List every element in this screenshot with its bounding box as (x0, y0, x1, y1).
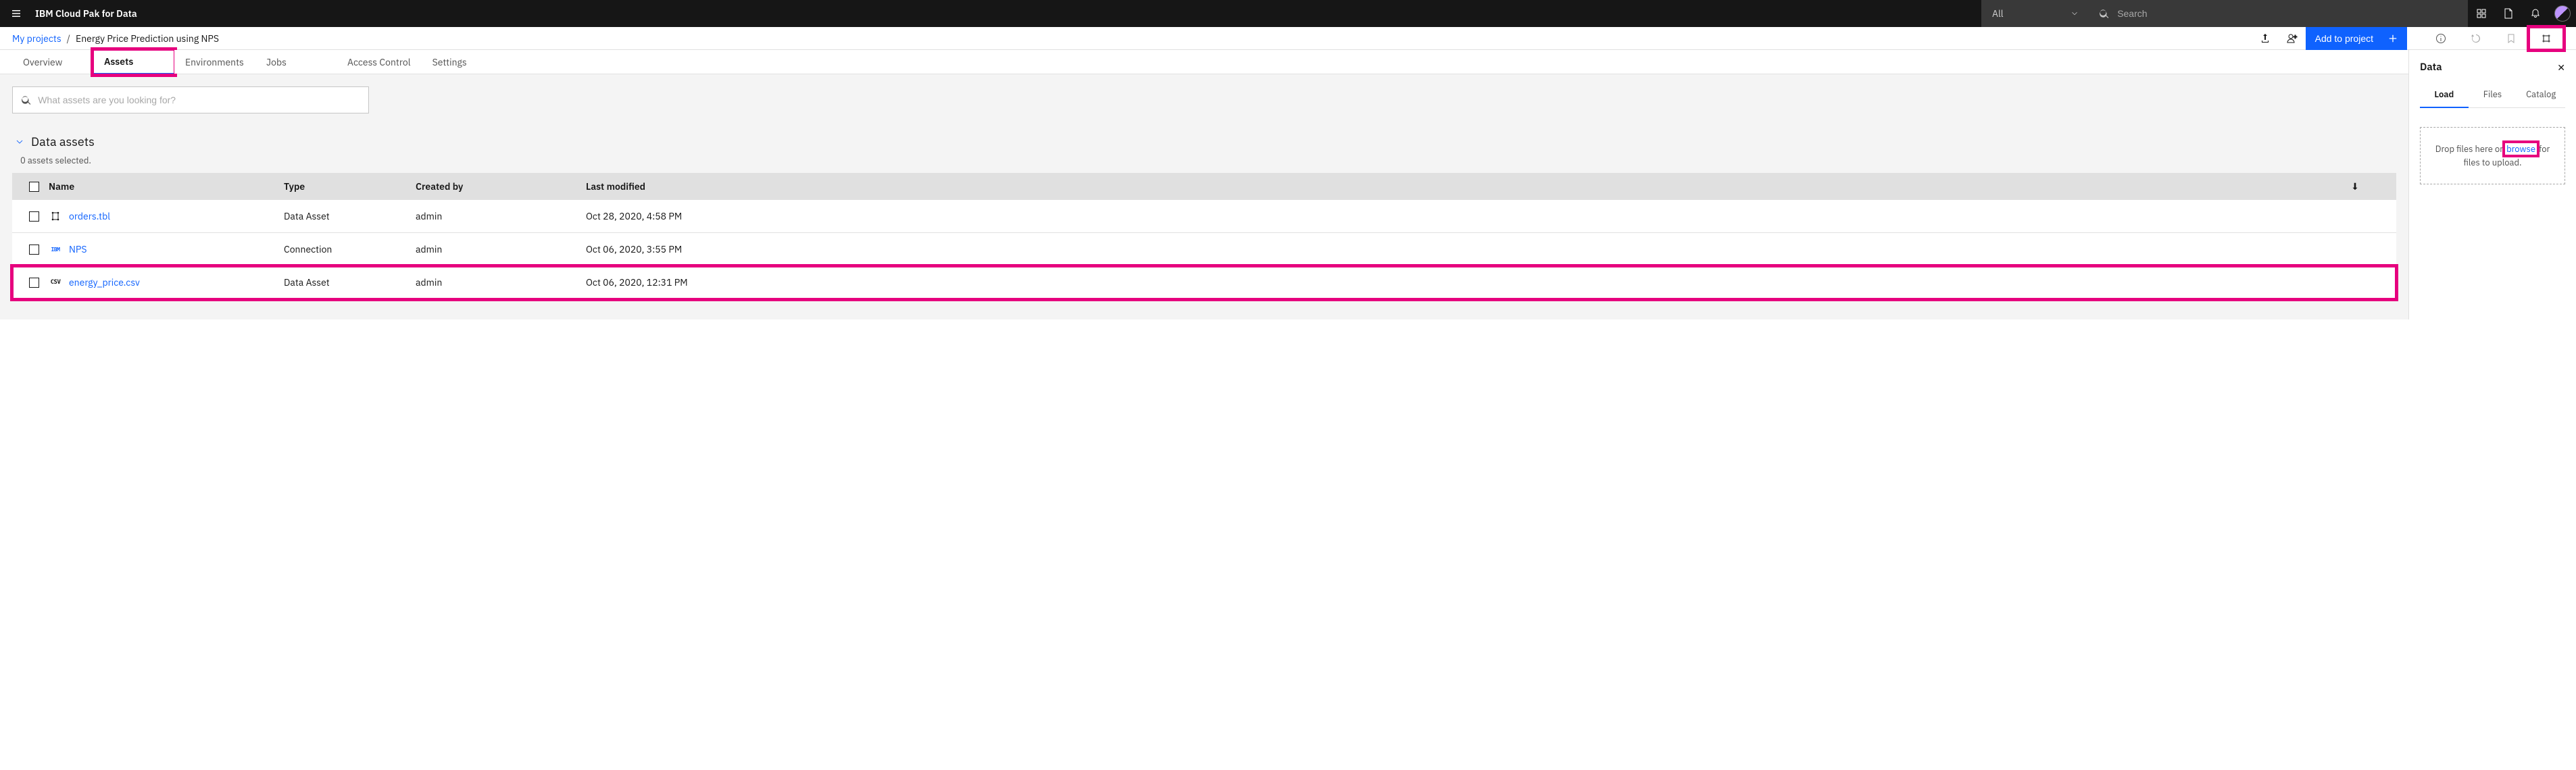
cell-created: admin (416, 243, 586, 255)
page-header-actions: Add to project (2252, 27, 2564, 50)
data-panel-icon[interactable] (2529, 27, 2564, 50)
selected-count: 0 assets selected. (20, 155, 2396, 166)
tab-overview[interactable]: Overview (12, 50, 93, 74)
cell-modified: Oct 06, 2020, 3:55 PM (586, 243, 2389, 255)
asset-link[interactable]: NPS (69, 243, 87, 255)
tab-environments[interactable]: Environments (174, 50, 255, 74)
tab-access-control[interactable]: Access Control (337, 50, 422, 74)
table-row[interactable]: orders.tbl Data Asset admin Oct 28, 2020… (12, 200, 2396, 233)
bookmark-icon[interactable] (2494, 27, 2529, 50)
search-icon (2099, 8, 2109, 19)
add-to-project-label: Add to project (2315, 33, 2373, 44)
scope-select-label: All (1992, 7, 2004, 20)
browse-link[interactable]: browse (2505, 143, 2537, 155)
dropzone[interactable]: Drop files here or browse for files to u… (2420, 127, 2565, 184)
row-checkbox[interactable] (29, 211, 39, 222)
rp-tab-catalog[interactable]: Catalog (2517, 82, 2565, 107)
table-row[interactable]: IBM NPS Connection admin Oct 06, 2020, 3… (12, 233, 2396, 266)
plus-icon (2388, 34, 2398, 43)
sort-icon[interactable] (2350, 182, 2360, 191)
section-title: Data assets (31, 134, 95, 149)
data-panel-title: Data (2420, 61, 2442, 74)
search-icon (21, 95, 31, 105)
table-header: Name Type Created by Last modified (12, 173, 2396, 200)
col-created[interactable]: Created by (416, 180, 586, 192)
asset-link[interactable]: orders.tbl (69, 210, 110, 222)
menu-icon[interactable] (0, 0, 32, 27)
section-head[interactable]: Data assets (15, 134, 2396, 149)
app-title: IBM Cloud Pak for Data (32, 7, 137, 20)
chevron-down-icon (15, 137, 24, 147)
tab-settings[interactable]: Settings (422, 50, 503, 74)
global-search[interactable] (2089, 0, 2468, 27)
data-panel-tabs: Load Files Catalog (2420, 82, 2565, 108)
tab-assets[interactable]: Assets (93, 50, 174, 74)
avatar[interactable] (2549, 0, 2576, 27)
breadcrumb: My projects / Energy Price Prediction us… (12, 32, 219, 45)
breadcrumb-current: Energy Price Prediction using NPS (76, 32, 219, 45)
assets-table: Name Type Created by Last modified order… (12, 173, 2396, 299)
rp-tab-load[interactable]: Load (2420, 82, 2469, 108)
topbar-icons (2468, 0, 2576, 27)
assets-search[interactable] (12, 86, 369, 113)
top-bar: IBM Cloud Pak for Data All (0, 0, 2576, 27)
add-collaborator-icon[interactable] (2279, 27, 2306, 50)
document-icon[interactable] (2495, 0, 2522, 27)
breadcrumb-sep: / (67, 32, 70, 45)
row-checkbox[interactable] (29, 278, 39, 288)
cell-modified: Oct 28, 2020, 4:58 PM (586, 210, 2389, 222)
cell-created: admin (416, 276, 586, 288)
cell-type: Connection (284, 243, 416, 255)
breadcrumb-root[interactable]: My projects (12, 32, 61, 45)
assets-search-input[interactable] (38, 95, 360, 105)
col-name[interactable]: Name (49, 180, 284, 192)
global-search-input[interactable] (2117, 8, 2458, 19)
export-icon[interactable] (2252, 27, 2279, 50)
table-row[interactable]: CSV energy_price.csv Data Asset admin Oc… (12, 266, 2396, 299)
schema-icon (49, 211, 62, 222)
add-to-project-button[interactable]: Add to project (2306, 27, 2407, 50)
assets-body: Data assets 0 assets selected. Name Type… (0, 74, 2408, 319)
cell-type: Data Asset (284, 210, 416, 222)
history-icon[interactable] (2458, 27, 2494, 50)
rp-tab-files[interactable]: Files (2469, 82, 2517, 107)
csv-icon: CSV (49, 279, 62, 286)
ibm-icon: IBM (49, 247, 62, 253)
row-checkbox[interactable] (29, 245, 39, 255)
col-modified[interactable]: Last modified (586, 180, 2389, 192)
chevron-down-icon (2071, 9, 2079, 18)
dropzone-text-pre: Drop files here or (2435, 143, 2503, 155)
info-icon[interactable] (2423, 27, 2458, 50)
asset-link[interactable]: energy_price.csv (69, 276, 140, 288)
notifications-icon[interactable] (2522, 0, 2549, 27)
cell-type: Data Asset (284, 276, 416, 288)
catalog-icon[interactable] (2468, 0, 2495, 27)
page-header: My projects / Energy Price Prediction us… (0, 27, 2576, 50)
close-icon[interactable]: ✕ (2557, 61, 2565, 74)
project-tabs: Overview Assets Environments Jobs Access… (0, 50, 2408, 74)
col-type[interactable]: Type (284, 180, 416, 192)
cell-created: admin (416, 210, 586, 222)
data-panel: Data ✕ Load Files Catalog Drop files her… (2408, 50, 2576, 319)
select-all-checkbox[interactable] (29, 182, 39, 192)
cell-modified: Oct 06, 2020, 12:31 PM (586, 276, 2389, 288)
tab-jobs[interactable]: Jobs (255, 50, 337, 74)
scope-select[interactable]: All (1981, 0, 2089, 27)
